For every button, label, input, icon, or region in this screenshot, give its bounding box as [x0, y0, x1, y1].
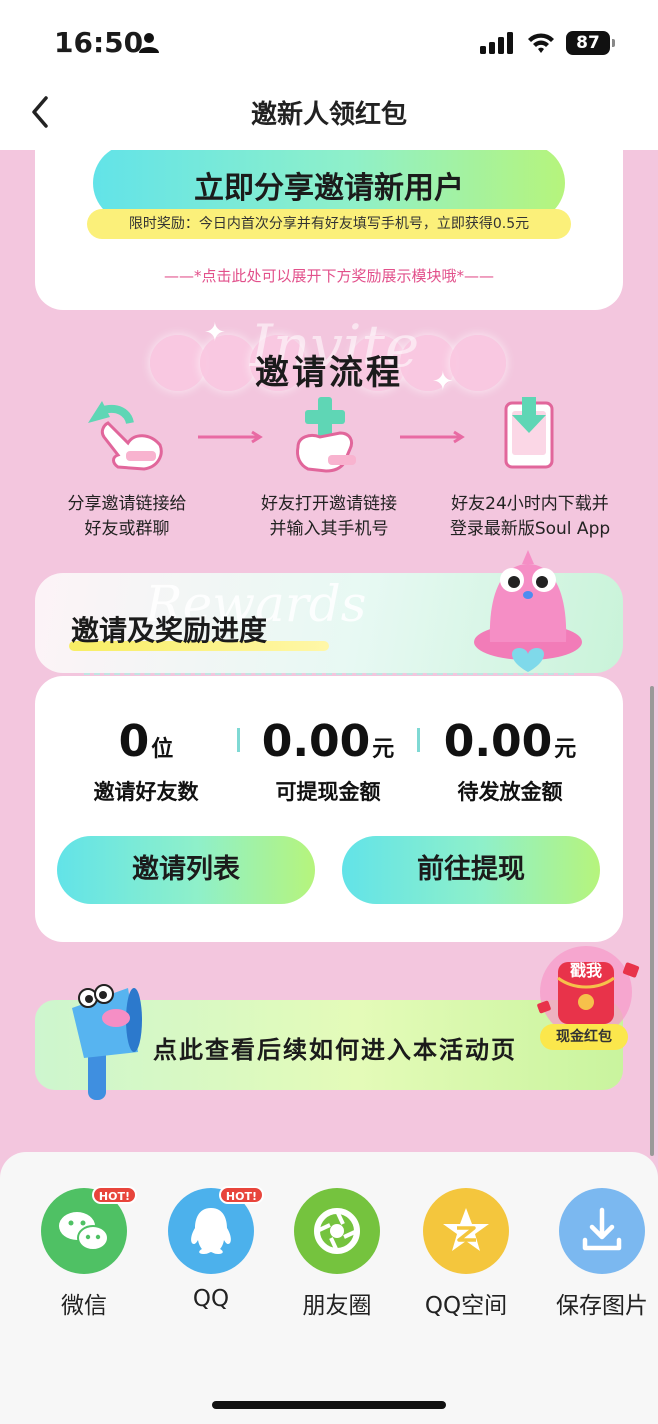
- pending-unit: 元: [554, 737, 577, 762]
- top-bar: 16:50 87 邀新人领红包: [0, 0, 658, 150]
- wifi-icon: [528, 33, 554, 53]
- hand-plus-icon: [296, 397, 356, 473]
- stat-separator: [237, 728, 240, 752]
- dashed-divider: [84, 673, 574, 675]
- page-title: 邀新人领红包: [250, 100, 407, 130]
- invited-count-label: 邀请好友数: [93, 780, 199, 804]
- withdraw-button[interactable]: 前往提现: [342, 836, 600, 904]
- stat-separator: [417, 728, 420, 752]
- battery-level: 87: [566, 31, 610, 55]
- pending-label: 待发放金额: [457, 780, 563, 804]
- share-wechat-label: 微信: [61, 1293, 107, 1319]
- arrow-icon: [400, 430, 465, 444]
- step-1-line1: 分享邀请链接给: [67, 494, 187, 514]
- activity-guide-text: 点此查看后续如何进入本活动页: [153, 1036, 517, 1064]
- moments-icon: [294, 1188, 380, 1274]
- pending-value: 0.00: [443, 716, 553, 767]
- step-1-text: 分享邀请链接给 好友或群聊: [32, 492, 222, 542]
- step-2-line2: 并输入其手机号: [269, 519, 389, 539]
- withdrawable-stat: 0.00元: [243, 716, 413, 767]
- megaphone-icon: [72, 984, 142, 1100]
- pending-stat: 0.00元: [425, 716, 595, 767]
- share-moments[interactable]: 朋友圈: [287, 1188, 387, 1320]
- hot-badge: HOT!: [218, 1186, 264, 1204]
- share-qzone[interactable]: QQ空间: [416, 1188, 516, 1320]
- invite-list-button[interactable]: 邀请列表: [57, 836, 315, 904]
- step-3-text: 好友24小时内下载并 登录最新版Soul App: [435, 492, 625, 542]
- battery-icon: 87: [566, 31, 616, 55]
- step-3-line2: 登录最新版Soul App: [449, 519, 611, 539]
- withdrawable-value: 0.00: [261, 716, 371, 767]
- progress-title: 邀请及奖励进度: [71, 614, 268, 647]
- wechat-icon: HOT!: [41, 1186, 137, 1274]
- limited-reward-tip: 限时奖励：今日内首次分享并有好友填写手机号，立即获得0.5元: [87, 209, 571, 239]
- sparkle-icon: ✦: [204, 318, 226, 348]
- status-time: 16:50: [54, 26, 144, 59]
- home-indicator[interactable]: [212, 1401, 446, 1409]
- step-2-line1: 好友打开邀请链接: [261, 494, 397, 514]
- progress-card: 0位 邀请好友数 0.00元 可提现金额 0.00元 待发放金额 邀请列表 前往…: [35, 676, 623, 942]
- hand-tap-icon: [88, 401, 163, 471]
- person-icon: [139, 33, 159, 53]
- bell-mascot-icon: [474, 550, 582, 672]
- qzone-icon: [423, 1188, 509, 1274]
- share-qq[interactable]: HOT! QQ: [161, 1186, 264, 1312]
- withdrawable-unit: 元: [372, 737, 395, 762]
- red-packet-badge: 戳我: [570, 961, 602, 980]
- phone-download-icon: [504, 397, 554, 469]
- share-sheet: HOT! 微信 HOT! QQ 朋友圈 QQ空间 保存图片: [0, 1152, 658, 1424]
- share-wechat[interactable]: HOT! 微信: [34, 1186, 137, 1320]
- signal-icon: [480, 32, 513, 54]
- download-icon: [559, 1188, 645, 1274]
- invited-count-unit: 位: [151, 737, 174, 762]
- share-moments-label: 朋友圈: [302, 1293, 372, 1319]
- cash-red-packet-label: 现金红包: [540, 1024, 628, 1050]
- hot-badge: HOT!: [91, 1186, 137, 1204]
- save-image[interactable]: 保存图片: [552, 1188, 652, 1320]
- withdrawable-label: 可提现金额: [275, 780, 381, 804]
- share-qzone-label: QQ空间: [424, 1293, 508, 1319]
- battery-tip: [612, 39, 615, 47]
- step-1-line2: 好友或群聊: [84, 519, 170, 539]
- arrow-icon: [198, 430, 263, 444]
- step-3-line1: 好友24小时内下载并: [451, 494, 609, 514]
- invited-count-value: 0: [118, 716, 150, 767]
- invited-count-stat: 0位: [61, 716, 231, 767]
- scrollbar[interactable]: [650, 686, 654, 1156]
- process-title: 邀请流程: [255, 353, 403, 393]
- share-qq-label: QQ: [192, 1286, 230, 1312]
- expand-reward-hint[interactable]: ——*点击此处可以展开下方奖励展示模块哦*——: [35, 265, 623, 286]
- qq-icon: HOT!: [168, 1186, 264, 1274]
- save-image-label: 保存图片: [556, 1293, 648, 1319]
- step-2-text: 好友打开邀请链接 并输入其手机号: [234, 492, 424, 542]
